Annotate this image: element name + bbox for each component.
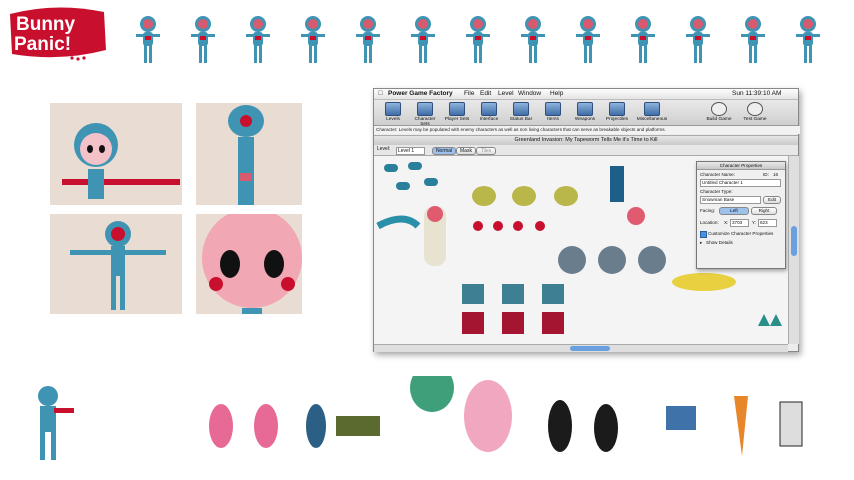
facing-left-button[interactable]: Left [719,207,749,215]
level-bar: Level: Level 1 Normal Mask Tiles [374,145,798,156]
turnaround-front-panel [50,103,182,205]
turnaround-face-closeup-panel [196,214,302,314]
run-cycle-sprite-strip [128,12,852,70]
mode-tiles-tab[interactable]: Tiles [476,147,496,155]
disclosure-triangle-icon[interactable]: ▸ [700,239,702,246]
menu-bar:  Power Game Factory File Edit Level Win… [374,89,798,100]
level-select[interactable]: Level 1 [396,147,425,155]
x-label: X: [724,220,729,225]
show-details-label[interactable]: Show Details [706,239,733,246]
description-bar: Character: Levels may be populated with … [374,126,800,134]
character-name-label: Character Name: [700,172,735,177]
interface-icon [481,102,497,116]
mode-normal-tab[interactable]: Normal [432,147,456,155]
toolbar: Levels Character Sets Player Sets Interf… [374,100,798,127]
menu-file[interactable]: File [464,89,474,99]
toolbar-character-sets-button[interactable]: Character Sets [410,102,440,127]
vertical-scroll-thumb[interactable] [791,226,797,256]
facing-right-button[interactable]: Right [751,207,777,215]
properties-title: Character Properties [697,162,785,170]
character-properties-panel: Character Properties Character Name: ID:… [696,161,786,269]
radiation-icon [711,102,727,116]
vertical-scrollbar[interactable] [788,156,799,344]
location-y-field[interactable]: 623 [758,219,777,227]
projectiles-icon [609,102,625,116]
toolbar-test-game-button[interactable]: Test Game [740,102,770,124]
power-game-factory-window:  Power Game Factory File Edit Level Win… [373,88,800,352]
toolbar-projectiles-button[interactable]: Projectiles [602,102,632,124]
id-label: ID: [763,172,769,177]
toolbar-player-sets-button[interactable]: Player Sets [442,102,472,124]
toolbar-items-button[interactable]: Items [538,102,568,124]
logo-line-2: Panic! [14,34,71,55]
edit-type-button[interactable]: Edit [763,196,781,204]
id-value: 16 [773,172,779,177]
mode-mask-tab[interactable]: Mask [456,147,476,155]
menu-help[interactable]: Help [550,89,563,99]
customize-label: Customize Character Properties [708,231,774,236]
logo-line-1: Bunny [16,14,76,35]
player-sets-icon [449,102,465,116]
menu-level[interactable]: Level [498,89,514,99]
robot-character [38,386,74,460]
apple-icon[interactable]:  [378,89,383,99]
horizontal-scrollbar[interactable] [374,344,788,352]
bunny-panic-logo: Bunny Panic! [6,6,110,64]
status-bar-icon [513,102,529,116]
menu-window[interactable]: Window [518,89,541,99]
horizontal-scroll-thumb[interactable] [570,346,610,351]
character-lineup [26,376,836,476]
character-name-field[interactable]: Untitled Character 1 [700,179,781,187]
y-label: Y: [752,220,757,225]
weapons-icon [577,102,593,116]
turnaround-back-panel [50,214,182,314]
runner-sprite [136,16,160,63]
play-icon [747,102,763,116]
menu-clock: Sun 11:39:10 AM [732,90,782,97]
menu-app-name[interactable]: Power Game Factory [388,89,453,99]
items-icon [545,102,561,116]
toolbar-build-game-button[interactable]: Build Game [704,102,734,124]
customize-checkbox[interactable] [700,231,707,238]
location-x-field[interactable]: 3703 [730,219,749,227]
character-sets-icon [417,102,433,116]
location-label: Location: [700,220,719,225]
toolbar-interface-button[interactable]: Interface [474,102,504,124]
toolbar-miscellaneous-button[interactable]: Miscellaneous [634,102,670,124]
character-type-field[interactable]: Snowman Base [700,196,761,204]
toolbar-levels-button[interactable]: Levels [378,102,408,124]
toolbar-weapons-button[interactable]: Weapons [570,102,600,124]
character-type-label: Character Type: [700,189,733,194]
menu-edit[interactable]: Edit [480,89,491,99]
level-label: Level: [377,146,391,152]
miscellaneous-icon [644,102,660,116]
facing-label: Facing: [700,208,716,213]
toolbar-status-bar-button[interactable]: Status Bar [506,102,536,124]
turnaround-side-panel [196,103,302,205]
levels-icon [385,102,401,116]
